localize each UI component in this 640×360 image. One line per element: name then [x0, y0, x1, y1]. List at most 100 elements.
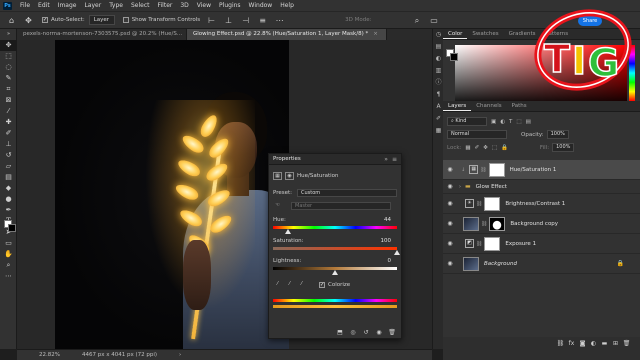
rectangle-tool-icon[interactable]: ▭ — [0, 238, 17, 249]
dodge-tool-icon[interactable]: ● — [0, 194, 17, 205]
visibility-eye-icon[interactable]: ◉ — [445, 166, 455, 173]
layer-background-copy[interactable]: ◉ ⛓ Background copy — [443, 214, 640, 234]
lightness-value[interactable]: 0 — [388, 258, 392, 264]
filter-smart-object-icon[interactable]: ▤ — [526, 119, 531, 125]
menu-help[interactable]: Help — [276, 2, 298, 9]
tab-color[interactable]: Color — [443, 29, 468, 39]
lock-icon[interactable]: 🔒 — [617, 260, 624, 267]
layer-hue-saturation-1[interactable]: ◉ ↓ ▦ ⛓ Hue/Saturation 1 — [443, 160, 640, 180]
link-icon[interactable]: ⛓ — [481, 221, 487, 227]
auto-select-dropdown[interactable]: Layer — [88, 15, 115, 25]
layer-glow-effect[interactable]: ◉ › ▬ Glow Effect — [443, 180, 640, 194]
targeted-adjustment-icon[interactable]: ☜ — [273, 202, 282, 210]
distribute-icon[interactable]: ≡ — [257, 15, 268, 26]
collapse-icon[interactable]: » — [0, 29, 17, 40]
status-arrow-icon[interactable]: › — [179, 352, 181, 358]
menu-view[interactable]: View — [193, 2, 215, 9]
align-right-icon[interactable]: ⊣ — [240, 15, 251, 26]
layer-brightness-contrast-1[interactable]: ◉ ☀ ⛓ Brightness/Contrast 1 — [443, 194, 640, 214]
layer-name[interactable]: Glow Effect — [476, 184, 507, 190]
clip-to-layer-icon[interactable]: ⬒ — [335, 328, 345, 337]
layer-mask-thumbnail[interactable] — [489, 216, 506, 231]
visibility-eye-icon[interactable]: ◉ — [445, 220, 455, 227]
crop-tool-icon[interactable]: ⌗ — [0, 84, 17, 95]
saturation-value[interactable]: 100 — [381, 238, 392, 244]
menu-3d[interactable]: 3D — [176, 2, 192, 9]
eyedropper-tool-icon[interactable]: ⁄ — [0, 106, 17, 117]
doc-tab-pexels[interactable]: pexels-norma-mortenson-7303575.psd @ 20.… — [17, 29, 187, 40]
preset-dropdown[interactable]: Custom — [297, 189, 398, 197]
auto-select-checkbox[interactable] — [42, 17, 48, 23]
tab-channels[interactable]: Channels — [471, 101, 506, 111]
marquee-tool-icon[interactable]: ⬚ — [0, 51, 17, 62]
link-icon[interactable]: ⛓ — [476, 241, 482, 247]
layer-exposure-1[interactable]: ◉ ◩ ⛓ Exposure 1 — [443, 234, 640, 254]
mask-icon[interactable]: ◉ — [285, 172, 294, 180]
show-transform-checkbox[interactable] — [122, 17, 129, 23]
layer-mask-thumbnail[interactable] — [484, 236, 501, 251]
properties-header[interactable]: Properties » ≡ — [269, 154, 401, 165]
layer-mask-thumbnail[interactable] — [484, 196, 501, 211]
lock-pixels-icon[interactable]: ✐ — [475, 145, 480, 151]
visibility-eye-icon[interactable]: ◉ — [445, 200, 455, 207]
visibility-eye-icon[interactable]: ◉ — [445, 183, 455, 190]
search-icon[interactable]: ⌕ — [411, 15, 422, 26]
lock-artboard-icon[interactable]: ⬚ — [492, 145, 497, 151]
lock-transparent-icon[interactable]: ▦ — [465, 145, 470, 151]
new-layer-icon[interactable]: ⊞ — [610, 340, 621, 347]
menu-layer[interactable]: Layer — [80, 2, 105, 9]
eyedropper-minus-icon[interactable]: ⁄ — [297, 281, 306, 289]
layer-name[interactable]: Background copy — [510, 221, 558, 227]
layer-name[interactable]: Hue/Saturation 1 — [510, 167, 557, 173]
brush-tool-icon[interactable]: ✐ — [0, 128, 17, 139]
hand-tool-icon[interactable]: ✋ — [0, 249, 17, 260]
saturation-slider-thumb[interactable] — [394, 250, 400, 255]
photoshop-logo[interactable]: Ps — [3, 1, 12, 10]
layer-style-icon[interactable]: fx — [566, 340, 577, 347]
new-adjustment-icon[interactable]: ◐ — [588, 340, 599, 347]
lasso-tool-icon[interactable]: ◌ — [0, 62, 17, 73]
quick-select-tool-icon[interactable]: ✎ — [0, 73, 17, 84]
hue-slider-track[interactable] — [273, 226, 397, 229]
new-group-icon[interactable]: ▬ — [599, 340, 610, 347]
workspace-icon[interactable]: ▭ — [428, 15, 439, 26]
filter-pixel-icon[interactable]: ▣ — [491, 119, 496, 125]
eyedropper-plus-icon[interactable]: ⁄ — [285, 281, 294, 289]
channel-dropdown[interactable]: Master — [291, 202, 391, 210]
delete-icon[interactable]: 🗑 — [387, 328, 397, 337]
filter-type-icon[interactable]: T — [509, 119, 512, 125]
healing-brush-tool-icon[interactable]: ✚ — [0, 117, 17, 128]
group-expand-icon[interactable]: › — [459, 184, 461, 190]
visibility-eye-icon[interactable]: ◉ — [445, 240, 455, 247]
lock-all-icon[interactable]: 🔒 — [501, 145, 508, 151]
add-mask-icon[interactable]: ◙ — [577, 340, 588, 347]
close-tab-icon[interactable]: × — [373, 31, 378, 37]
layer-kind-filter[interactable]: ⌕ Kind — [447, 117, 487, 126]
colorize-checkbox[interactable] — [319, 282, 325, 288]
lock-position-icon[interactable]: ✥ — [483, 145, 488, 151]
document-image[interactable] — [55, 40, 289, 349]
menu-edit[interactable]: Edit — [34, 2, 54, 9]
menu-plugins[interactable]: Plugins — [215, 2, 245, 9]
pen-tool-icon[interactable]: ✒ — [0, 205, 17, 216]
menu-filter[interactable]: Filter — [154, 2, 177, 9]
background-color-swatch[interactable] — [450, 53, 458, 61]
visibility-icon[interactable]: ◉ — [374, 328, 384, 337]
more-icon[interactable]: ⋯ — [274, 15, 285, 26]
filter-shape-icon[interactable]: ⬚ — [516, 119, 521, 125]
gradient-tool-icon[interactable]: ▤ — [0, 172, 17, 183]
link-icon[interactable]: ⛓ — [476, 201, 482, 207]
frame-tool-icon[interactable]: ⊠ — [0, 95, 17, 106]
menu-type[interactable]: Type — [105, 2, 127, 9]
layer-background[interactable]: ◉ Background 🔒 — [443, 254, 640, 274]
more-tools-icon[interactable]: ⋯ — [0, 271, 17, 282]
menu-select[interactable]: Select — [127, 2, 154, 9]
background-color-swatch[interactable] — [8, 224, 16, 232]
canvas-area[interactable]: Properties » ≡ ▦ ◉ Hue/Saturation Preset… — [17, 40, 432, 349]
eyedropper-icon[interactable]: ⁄ — [273, 281, 282, 289]
visibility-eye-icon[interactable]: ◉ — [445, 260, 455, 267]
link-layers-icon[interactable]: ⛓ — [555, 340, 566, 347]
delete-layer-icon[interactable]: 🗑 — [621, 340, 632, 347]
filter-adjustment-icon[interactable]: ◐ — [500, 119, 505, 125]
move-tool-icon[interactable]: ✥ — [0, 40, 17, 51]
